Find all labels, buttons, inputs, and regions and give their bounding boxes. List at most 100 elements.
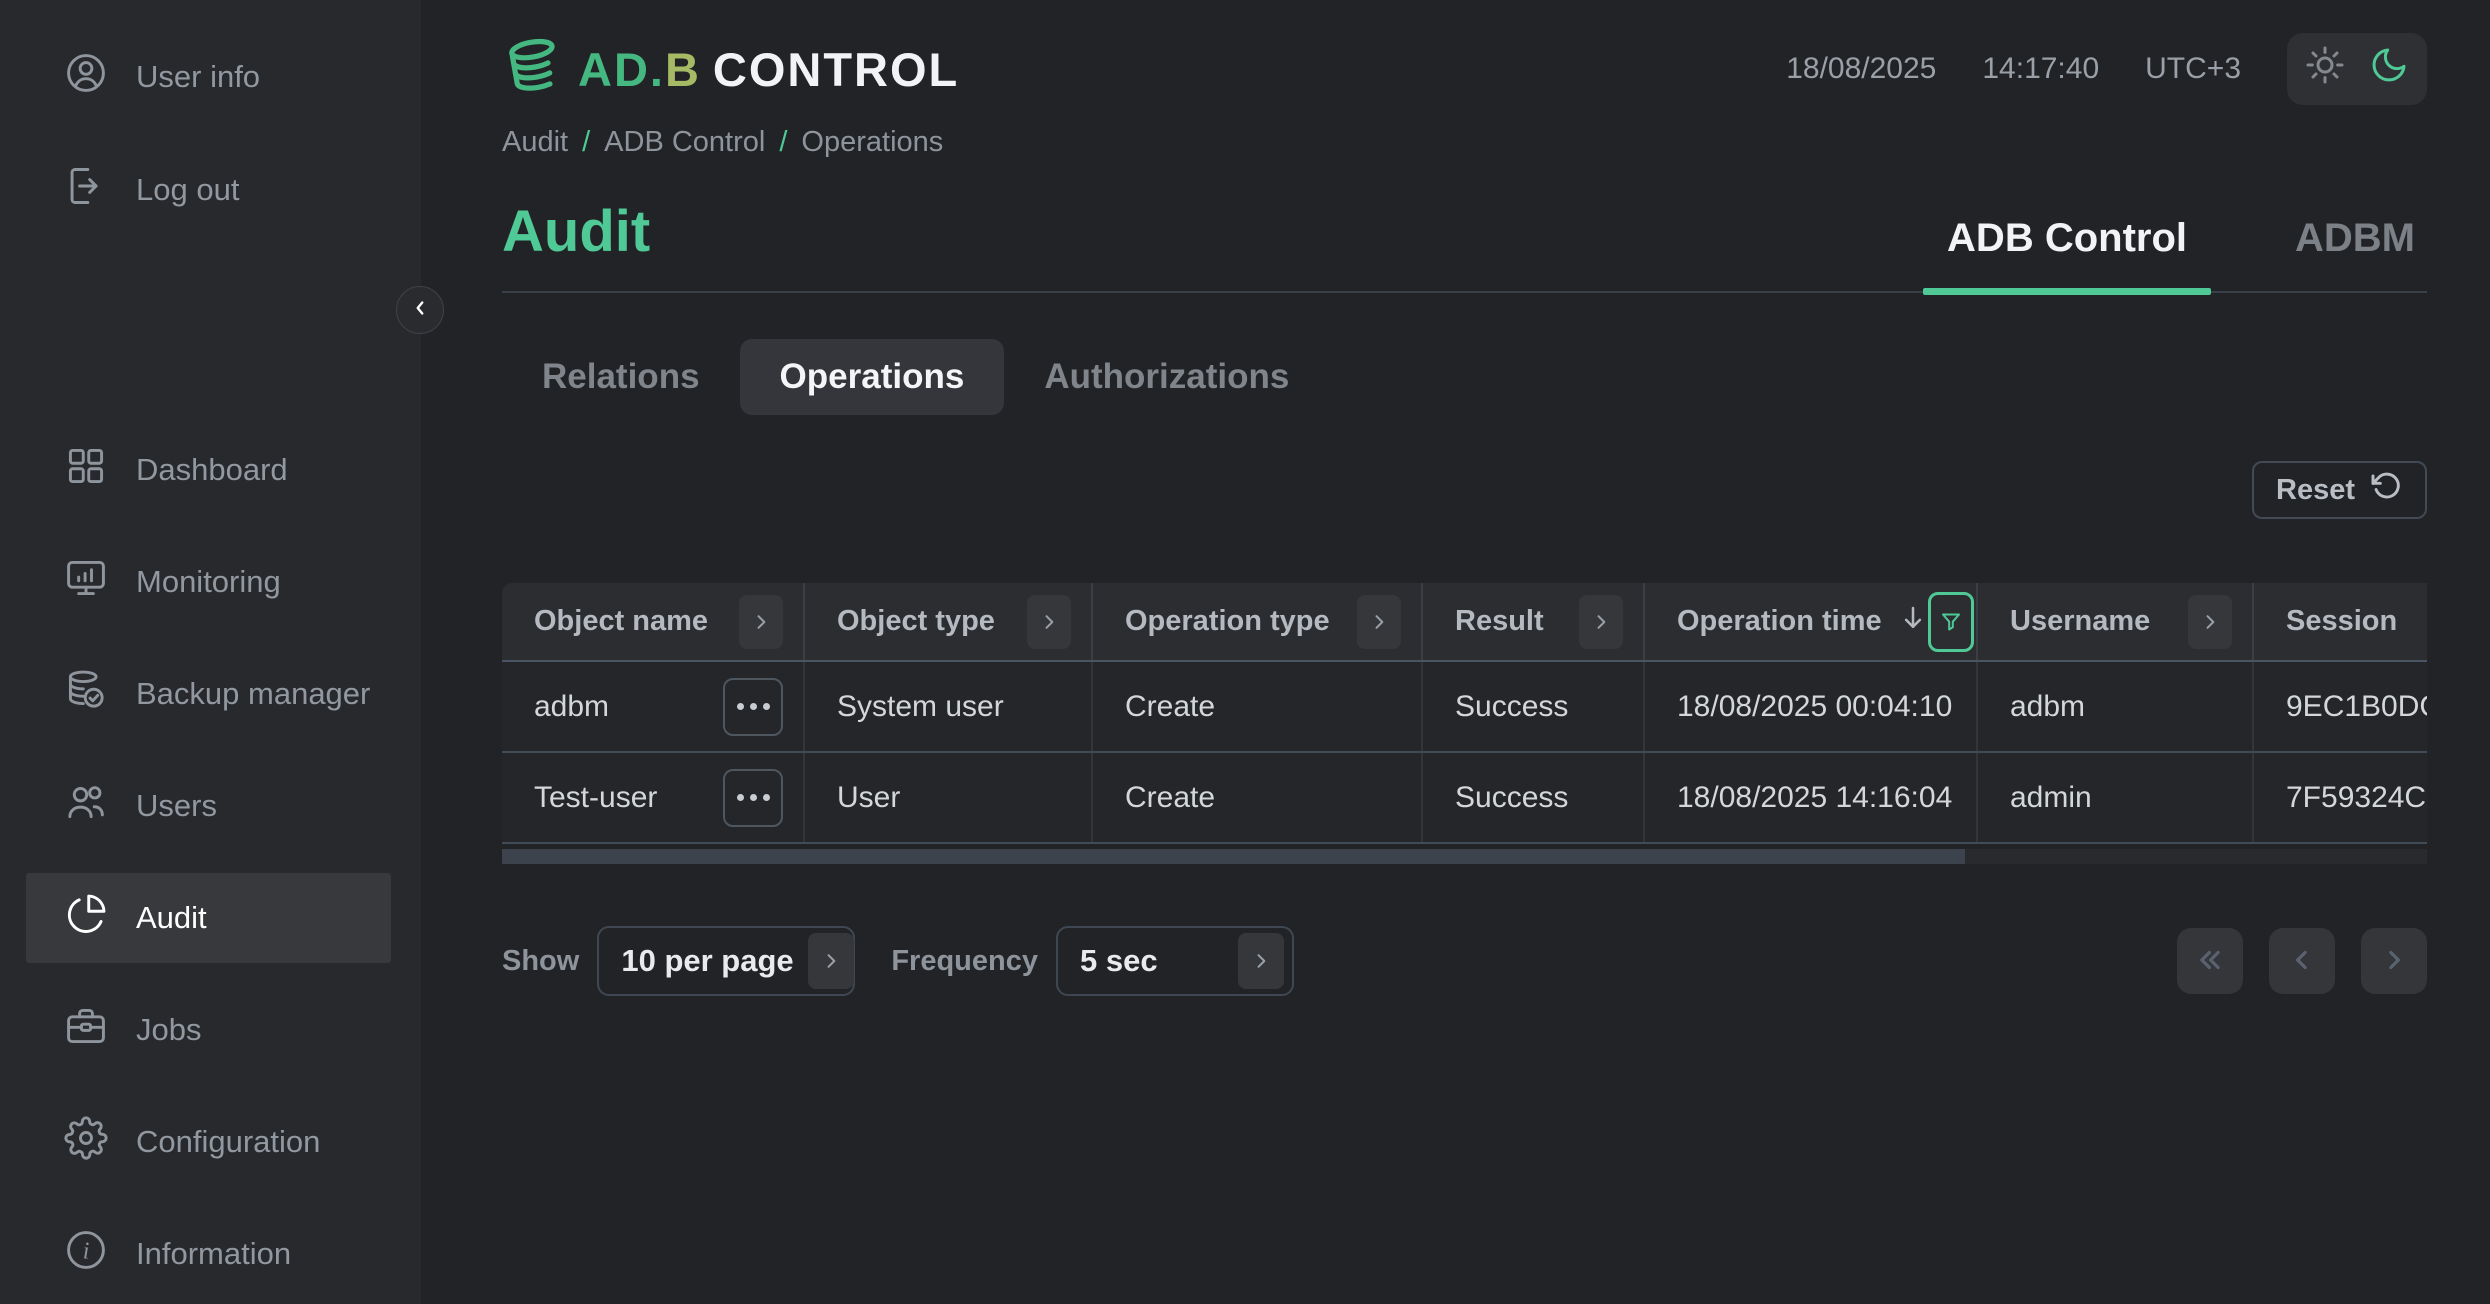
column-header-object-type: Object type — [805, 583, 1093, 660]
cell-value: adbm — [2010, 690, 2085, 724]
table-row[interactable]: Test-user User Create Success 18/08/2025… — [502, 753, 2427, 844]
cell-object-name: Test-user — [502, 753, 805, 842]
sun-icon[interactable] — [2305, 45, 2345, 93]
operations-table-viewport: Object name Object type Operation type R… — [502, 583, 2427, 844]
main-content: AD.BCONTROL 18/08/2025 14:17:40 UTC+3 Au… — [421, 0, 2490, 1304]
tab-adb-control[interactable]: ADB Control — [1941, 216, 2193, 261]
logo-text: AD.BCONTROL — [578, 42, 959, 97]
subtab-authorizations[interactable]: Authorizations — [1004, 339, 1329, 415]
cell-operation-time: 18/08/2025 14:16:04 — [1645, 753, 1978, 842]
column-label: Result — [1455, 605, 1544, 638]
next-page-button[interactable] — [2361, 928, 2427, 994]
cell-value: 9EC1B0DCB — [2286, 690, 2427, 724]
column-label: Object name — [534, 605, 708, 638]
reset-button[interactable]: Reset — [2252, 461, 2427, 519]
cell-result: Success — [1423, 662, 1645, 751]
sidebar-item-monitoring[interactable]: Monitoring — [26, 537, 391, 627]
breadcrumb-adb-control[interactable]: ADB Control — [604, 126, 765, 159]
sidebar-item-users[interactable]: Users — [26, 761, 391, 851]
title-row: Audit ADB Control ADBM — [502, 203, 2427, 293]
table-row[interactable]: adbm System user Create Success 18/08/20… — [502, 662, 2427, 753]
cell-value: Success — [1455, 781, 1568, 815]
page-size-controls: Show 10 per page Frequency 5 sec — [502, 926, 1294, 996]
sidebar-item-jobs[interactable]: Jobs — [26, 985, 391, 1075]
cell-operation-type: Create — [1093, 662, 1423, 751]
cell-value: System user — [837, 690, 1004, 724]
sidebar-item-user-info[interactable]: User info — [0, 32, 421, 122]
column-header-result: Result — [1423, 583, 1645, 660]
table-footer: Show 10 per page Frequency 5 sec — [502, 926, 2427, 996]
sidebar-item-configuration[interactable]: Configuration — [26, 1097, 391, 1187]
double-chevron-left-icon — [2195, 945, 2225, 978]
filter-button[interactable] — [1928, 592, 1974, 652]
sidebar-item-information[interactable]: i Information — [26, 1209, 391, 1299]
scrollbar-thumb[interactable] — [502, 849, 1965, 864]
sidebar-item-label: Configuration — [136, 1124, 320, 1160]
backup-database-icon — [64, 668, 108, 720]
tab-adbm[interactable]: ADBM — [2289, 216, 2421, 261]
column-menu-button[interactable] — [1357, 595, 1401, 649]
page-size-dropdown[interactable]: 10 per page — [597, 926, 855, 996]
dashboard-icon — [64, 444, 108, 496]
cell-username: admin — [1978, 753, 2254, 842]
sidebar-item-label: Backup manager — [136, 676, 370, 712]
sidebar-item-audit[interactable]: Audit — [26, 873, 391, 963]
breadcrumb-operations[interactable]: Operations — [801, 126, 943, 159]
column-label: Operation time — [1677, 605, 1882, 638]
page-title: Audit — [502, 203, 650, 261]
pagination — [2177, 928, 2427, 994]
table-header-row: Object name Object type Operation type R… — [502, 583, 2427, 662]
column-menu-button[interactable] — [1027, 595, 1071, 649]
monitoring-icon — [64, 556, 108, 608]
dropdown-chevron-button[interactable] — [1238, 933, 1284, 989]
breadcrumb-separator: / — [582, 126, 590, 159]
clockbar: 18/08/2025 14:17:40 UTC+3 — [1786, 33, 2427, 105]
reset-button-label: Reset — [2276, 474, 2355, 507]
column-header-operation-type: Operation type — [1093, 583, 1423, 660]
sidebar-item-label: User info — [136, 59, 260, 95]
column-header-session: Session — [2254, 583, 2427, 660]
column-label: Object type — [837, 605, 995, 638]
subtab-relations[interactable]: Relations — [502, 339, 740, 415]
subtab-operations[interactable]: Operations — [740, 339, 1005, 415]
cell-username: adbm — [1978, 662, 2254, 751]
database-logo-icon — [502, 34, 578, 105]
column-menu-button[interactable] — [1579, 595, 1623, 649]
column-menu-button[interactable] — [739, 595, 783, 649]
column-header-operation-time: Operation time — [1645, 583, 1978, 660]
row-actions-button[interactable] — [723, 769, 783, 827]
moon-icon[interactable] — [2369, 45, 2409, 93]
row-actions-button[interactable] — [723, 678, 783, 736]
breadcrumb: Audit / ADB Control / Operations — [502, 126, 2427, 159]
sidebar-item-log-out[interactable]: Log out — [0, 145, 421, 235]
page-size-value: 10 per page — [621, 943, 793, 979]
previous-page-button[interactable] — [2269, 928, 2335, 994]
cell-object-name: adbm — [502, 662, 805, 751]
cell-value: Create — [1125, 781, 1215, 815]
dropdown-chevron-button[interactable] — [808, 933, 854, 989]
sidebar-item-dashboard[interactable]: Dashboard — [26, 425, 391, 515]
column-label: Operation type — [1125, 605, 1330, 638]
sidebar-item-label: Jobs — [136, 1012, 201, 1048]
breadcrumb-separator: / — [779, 126, 787, 159]
sidebar-item-backup-manager[interactable]: Backup manager — [26, 649, 391, 739]
cell-value: Test-user — [534, 781, 657, 815]
current-date: 18/08/2025 — [1786, 52, 1936, 86]
show-label: Show — [502, 945, 579, 978]
column-label: Session — [2286, 605, 2397, 638]
sort-desc-icon[interactable] — [1898, 603, 1928, 641]
breadcrumb-audit[interactable]: Audit — [502, 126, 568, 159]
first-page-button[interactable] — [2177, 928, 2243, 994]
horizontal-scrollbar[interactable] — [502, 849, 2427, 864]
adb-control-app: User info Log out Dashboard Monitori — [0, 0, 2490, 1304]
ellipsis-icon — [737, 703, 744, 710]
sidebar-collapse-button[interactable] — [396, 286, 444, 334]
frequency-dropdown[interactable]: 5 sec — [1056, 926, 1294, 996]
sidebar: User info Log out Dashboard Monitori — [0, 0, 421, 1304]
sidebar-item-label: Log out — [136, 172, 239, 208]
audit-pie-icon — [64, 892, 108, 944]
column-header-username: Username — [1978, 583, 2254, 660]
reset-row: Reset — [502, 461, 2427, 519]
audit-subtabs: Relations Operations Authorizations — [502, 339, 2427, 415]
column-menu-button[interactable] — [2188, 595, 2232, 649]
